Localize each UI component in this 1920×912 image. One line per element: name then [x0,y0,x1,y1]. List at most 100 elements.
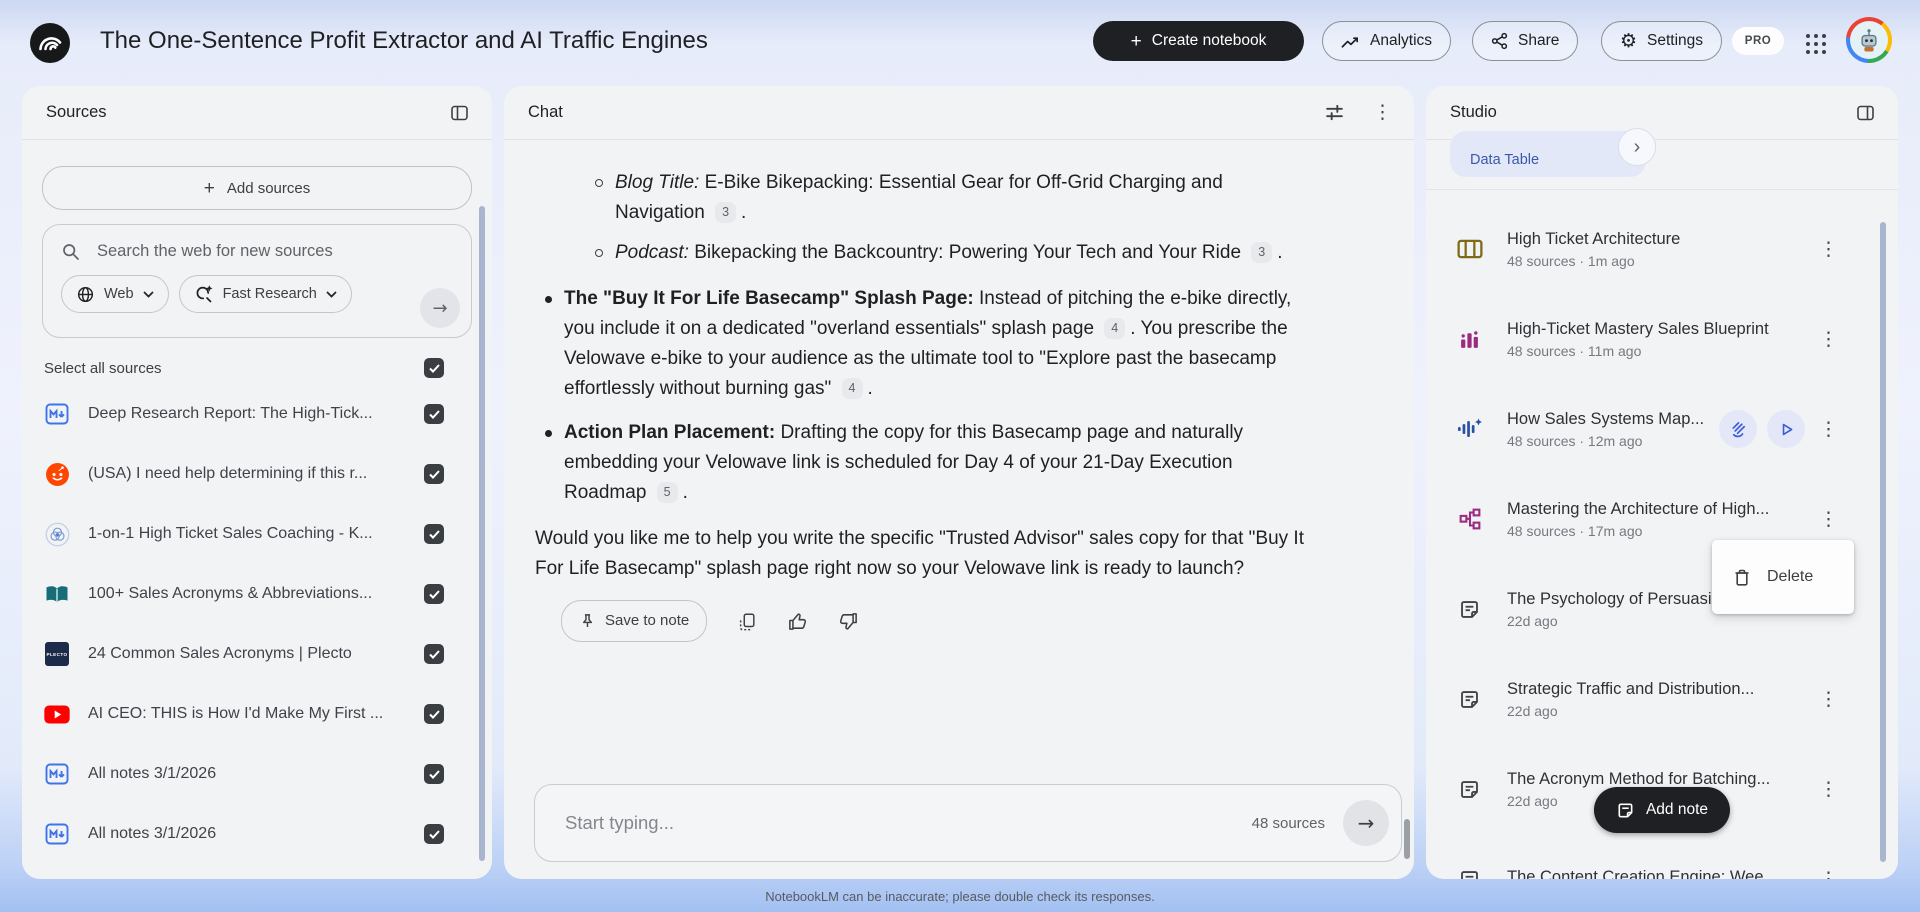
submit-search-button[interactable]: → [420,288,460,328]
chevron-down-icon [142,290,154,298]
data-table-tile: Data Table › [1450,128,1676,180]
chat-input[interactable] [563,811,1252,835]
thumbs-up-icon[interactable] [787,611,808,632]
citation-chip[interactable]: 5 [656,482,678,503]
source-item[interactable]: All notes 3/1/2026 [22,744,492,804]
send-message-button[interactable]: → [1343,800,1389,846]
studio-item[interactable]: How Sales Systems Map... 48 sources · 12… [1426,384,1898,474]
studio-panel: Studio Data Table › High Ticket Architec… [1426,86,1898,879]
citation-chip[interactable]: 3 [715,202,737,223]
note-icon [1456,598,1483,621]
source-item[interactable]: (USA) I need help determining if this r.… [22,444,492,504]
chat-more-options-icon[interactable]: ⋮ [1373,103,1392,122]
search-web-input[interactable] [95,241,455,262]
add-sources-button[interactable]: + Add sources [42,166,472,210]
web-search-box: Web Fast Research [42,224,472,338]
chat-settings-tune-icon[interactable] [1324,102,1345,123]
select-all-label: Select all sources [44,359,162,377]
chevron-right-icon: › [1633,135,1641,158]
chat-body: Blog Title: E-Bike Bikepacking: Essentia… [504,140,1414,879]
sparkle-search-icon [194,284,214,304]
source-checkbox[interactable] [424,764,444,784]
source-item[interactable]: 100+ Sales Acronyms & Abbreviations... [22,564,492,624]
source-item[interactable]: 1-on-1 High Ticket Sales Coaching - K... [22,504,492,564]
expand-studio-panel-icon[interactable] [1855,103,1876,123]
studio-item[interactable]: The Content Creation Engine: Wee... ⋮ [1426,834,1898,879]
note-icon [1456,688,1483,711]
chat-header: Chat ⋮ [504,86,1414,140]
studio-item-more-icon[interactable]: ⋮ [1819,239,1838,259]
chat-panel: Chat ⋮ Blog Title: E-Bike Bikepacking: E… [504,86,1414,879]
web-favicon-icon [44,522,70,547]
create-notebook-button[interactable]: + Create notebook [1093,21,1304,61]
web-filter-dropdown[interactable]: Web [61,275,169,313]
thumbs-down-icon[interactable] [838,611,859,632]
robot-avatar-image [1850,21,1888,59]
select-all-checkbox[interactable] [424,358,444,378]
studio-scrollbar[interactable] [1880,222,1886,862]
chevron-down-icon [326,290,337,298]
chat-scrollbar[interactable] [1404,819,1410,859]
collapse-sources-panel-icon[interactable] [449,103,470,123]
youtube-icon [44,705,70,724]
play-audio-button[interactable] [1767,410,1805,448]
citation-chip[interactable]: 3 [1251,242,1273,263]
sources-scrollbar[interactable] [479,206,485,861]
source-checkbox[interactable] [424,404,444,424]
source-checkbox[interactable] [424,464,444,484]
globe-icon [76,285,95,304]
open-data-table-button[interactable]: › [1618,128,1656,166]
book-icon [44,584,70,605]
mind-map-icon [1456,508,1483,530]
note-icon [1616,801,1635,820]
studio-item-more-icon[interactable]: ⋮ [1819,689,1838,709]
source-checkbox[interactable] [424,584,444,604]
source-item[interactable]: All notes 3/1/2026 [22,804,492,864]
studio-item-more-icon[interactable]: ⋮ [1819,329,1838,349]
list-item: The "Buy It For Life Basecamp" Splash Pa… [535,284,1314,404]
source-checkbox[interactable] [424,704,444,724]
source-checkbox[interactable] [424,524,444,544]
data-table-chip[interactable]: Data Table [1450,131,1646,177]
research-mode-dropdown[interactable]: Fast Research [178,275,352,313]
account-avatar[interactable] [1846,17,1892,63]
copy-icon[interactable] [737,611,757,632]
studio-item-more-icon[interactable]: ⋮ [1819,419,1838,439]
select-all-sources-row: Select all sources [22,358,492,378]
studio-item[interactable]: Strategic Traffic and Distribution... 22… [1426,654,1898,744]
source-checkbox[interactable] [424,644,444,664]
studio-item-more-icon[interactable]: ⋮ [1819,509,1838,529]
source-item[interactable]: PLECTO 24 Common Sales Acronyms | Plecto [22,624,492,684]
flashcards-icon [1456,239,1483,259]
trending-up-icon [1341,34,1360,49]
studio-item-more-icon[interactable]: ⋮ [1819,869,1838,879]
chat-panel-title: Chat [528,103,563,121]
add-note-button[interactable]: Add note [1593,787,1731,833]
share-button[interactable]: Share [1472,21,1579,61]
assistant-message: Blog Title: E-Bike Bikepacking: Essentia… [504,140,1314,642]
citation-chip[interactable]: 4 [1104,318,1126,339]
source-checkbox[interactable] [424,824,444,844]
delete-menu-item[interactable]: Delete [1712,540,1854,614]
markdown-doc-icon [44,403,70,425]
google-apps-grid-icon[interactable] [1798,26,1834,62]
arrow-right-icon: → [1357,811,1375,835]
analytics-button[interactable]: Analytics [1322,21,1452,61]
settings-button[interactable]: ⚙ Settings [1601,21,1723,61]
plus-icon: + [1130,30,1142,52]
notebooklm-logo-icon[interactable] [30,23,70,63]
save-to-note-button[interactable]: Save to note [561,600,708,642]
bar-chart-icon [1456,329,1483,350]
studio-item[interactable]: High-Ticket Mastery Sales Blueprint 48 s… [1426,294,1898,384]
interactive-mode-button[interactable] [1719,410,1757,448]
studio-item[interactable]: High Ticket Architecture 48 sources · 1m… [1426,204,1898,294]
citation-chip[interactable]: 4 [841,378,863,399]
list-item: Action Plan Placement: Drafting the copy… [535,418,1314,508]
note-icon [1456,868,1483,879]
source-item[interactable]: AI CEO: THIS is How I'd Make My First ..… [22,684,492,744]
studio-item-more-icon[interactable]: ⋮ [1819,779,1838,799]
source-count-label: 48 sources [1251,814,1325,832]
notebook-title[interactable]: The One-Sentence Profit Extractor and AI… [100,27,708,55]
source-item[interactable]: Deep Research Report: The High-Tick... [22,384,492,444]
chat-input-bar: 48 sources → [534,784,1402,862]
